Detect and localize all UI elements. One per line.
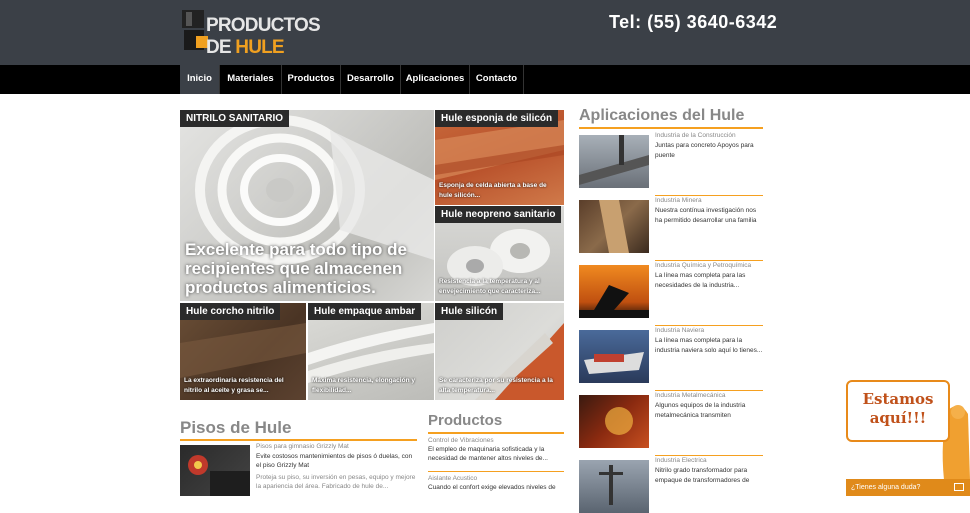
- productos-item-desc: El empleo de maquinaria sofisticada y la…: [428, 446, 548, 462]
- aplicacion-separator: [655, 455, 763, 456]
- nav-item-inicio[interactable]: Inicio: [180, 65, 220, 94]
- tile-label: Hule neopreno sanitario: [435, 206, 562, 223]
- aplicacion-thumbnail[interactable]: [579, 135, 649, 188]
- aplicacion-item[interactable]: Industria de la Construcción Juntas para…: [579, 132, 763, 192]
- phone-number[interactable]: Tel: (55) 3640-6342: [609, 12, 777, 33]
- nav-item-materiales[interactable]: Materiales: [220, 65, 282, 94]
- chat-bubble-line1: Estamos: [862, 390, 934, 408]
- featured-tile-corcho[interactable]: Hule corcho nitrilo La extraordinaria re…: [180, 303, 306, 400]
- aplicacion-title[interactable]: Industria Metalmecánica: [655, 392, 725, 399]
- aplicacion-item[interactable]: Industria Metalmecánica Algunos equipos …: [579, 390, 763, 452]
- site-header: [0, 0, 970, 65]
- tile-label: Hule corcho nitrilo: [180, 303, 281, 320]
- aplicacion-thumbnail[interactable]: [579, 200, 649, 253]
- tile-caption: Se caracteriza por su resistencia a la a…: [439, 377, 553, 394]
- aplicacion-image: [579, 135, 649, 185]
- featured-tile-neopreno[interactable]: Hule neopreno sanitario Resistencia a la…: [435, 206, 564, 301]
- tile-label: Hule empaque ambar: [308, 303, 422, 320]
- aplicacion-thumbnail[interactable]: [579, 330, 649, 383]
- main-nav: Inicio Materiales Productos Desarrollo A…: [0, 65, 970, 94]
- aplicacion-separator: [655, 325, 763, 326]
- aplicacion-desc: Nuestra contínua investigación nos ha pe…: [655, 207, 757, 224]
- featured-tile-esponja[interactable]: Hule esponja de silicón Esponja de celda…: [435, 110, 564, 205]
- pisos-item-desc: Evite costosos mantenimientos de pisos ó…: [256, 453, 413, 469]
- pisos-item-more: Proteja su piso, su inversión en pesas, …: [256, 474, 416, 490]
- aplicacion-image: [579, 285, 649, 318]
- nav-item-contacto[interactable]: Contacto: [470, 65, 524, 94]
- aplicacion-item[interactable]: Industria Naviera La línea mas completa …: [579, 325, 763, 387]
- logo-text: PRODUCTOS DE HULE: [206, 15, 321, 58]
- pisos-item-title[interactable]: Pisos para gimnasio Grizzly Mat: [256, 443, 349, 450]
- chat-bar[interactable]: ¿Tienes alguna duda?: [846, 479, 970, 496]
- aplicacion-image: [599, 465, 623, 505]
- aplicacion-title[interactable]: Industria Naviera: [655, 327, 704, 334]
- featured-big-caption: Excelente para todo tipo de recipientes …: [185, 240, 407, 297]
- productos-rule: [428, 432, 564, 434]
- pisos-thumbnail[interactable]: [180, 445, 250, 496]
- tile-label: Hule silicón: [435, 303, 504, 320]
- aplicacion-title[interactable]: Industria Química y Petroquímica: [655, 262, 751, 269]
- aplicacion-item[interactable]: Industria Minera Nuestra contínua invest…: [579, 195, 763, 257]
- productos-item-desc: Cuando el confort exige elevados niveles…: [428, 484, 556, 491]
- aplicacion-desc: Juntas para concreto Apoyos para puente: [655, 142, 754, 159]
- productos-item[interactable]: Control de Vibraciones El empleo de maqu…: [428, 437, 565, 463]
- chat-window-icon[interactable]: [954, 483, 964, 491]
- nav-item-desarrollo[interactable]: Desarrollo: [341, 65, 401, 94]
- chat-bar-label: ¿Tienes alguna duda?: [851, 484, 921, 491]
- pisos-heading: Pisos de Hule: [180, 418, 292, 437]
- aplicacion-item[interactable]: Industria Electrica Nitrilo grado transf…: [579, 455, 763, 513]
- productos-item[interactable]: Aislante Acustico Cuando el confort exig…: [428, 475, 565, 492]
- featured-big-tile[interactable]: NITRILO SANITARIO Excelente para todo ti…: [180, 110, 434, 301]
- nav-item-productos[interactable]: Productos: [282, 65, 341, 94]
- aplicacion-separator: [655, 195, 763, 196]
- aplicacion-image: [605, 407, 633, 435]
- aplicacion-item[interactable]: Industria Química y Petroquímica La líne…: [579, 260, 763, 322]
- productos-heading: Productos: [428, 412, 503, 429]
- pisos-image: [188, 455, 250, 496]
- logo-icon: [182, 10, 208, 50]
- tile-caption: La extraordinaria resistencia del nitril…: [184, 377, 284, 394]
- productos-item-title[interactable]: Control de Vibraciones: [428, 437, 565, 444]
- pisos-rule: [180, 439, 417, 441]
- aplicacion-desc: La línea mas completa para la industria …: [655, 337, 763, 354]
- aplicacion-desc: Nitrilo grado transformador para empaque…: [655, 467, 750, 484]
- aplicacion-thumbnail[interactable]: [579, 265, 649, 318]
- aplicacion-title[interactable]: Industria de la Construcción: [655, 132, 736, 139]
- productos-item-title[interactable]: Aislante Acustico: [428, 475, 565, 482]
- productos-separator: [428, 471, 564, 472]
- featured-tile-empaque[interactable]: Hule empaque ambar Máxima resistencia, e…: [308, 303, 434, 400]
- tile-caption: Esponja de celda abierta a base de hule …: [439, 182, 547, 199]
- aplicacion-thumbnail[interactable]: [579, 460, 649, 513]
- tile-caption: Resistencia a la temperatura y al enveje…: [439, 278, 541, 295]
- chat-bubble-line2: aquí!!!: [869, 409, 927, 427]
- aplicacion-desc: Algunos equipos de la industria metalmec…: [655, 402, 746, 419]
- aplicacion-image: [599, 200, 629, 253]
- featured-tile-silicon[interactable]: Hule silicón Se caracteriza por su resis…: [435, 303, 564, 400]
- chat-bubble[interactable]: Estamos aquí!!!: [846, 380, 950, 442]
- nav-item-aplicaciones[interactable]: Aplicaciones: [401, 65, 470, 94]
- aplicacion-separator: [655, 260, 763, 261]
- aplicacion-separator: [655, 390, 763, 391]
- tile-label: Hule esponja de silicón: [435, 110, 559, 127]
- aplicacion-title[interactable]: Industria Electrica: [655, 457, 707, 464]
- aplicacion-title[interactable]: Industria Minera: [655, 197, 702, 204]
- aplicaciones-rule: [579, 127, 763, 129]
- aplicacion-thumbnail[interactable]: [579, 395, 649, 448]
- featured-big-label: NITRILO SANITARIO: [180, 110, 290, 127]
- tile-caption: Máxima resistencia, elongación y flexibi…: [312, 377, 415, 394]
- site-logo[interactable]: PRODUCTOS DE HULE: [180, 6, 330, 58]
- aplicaciones-heading: Aplicaciones del Hule: [579, 107, 745, 124]
- aplicacion-image: [584, 352, 644, 374]
- aplicacion-desc: La línea mas completa para las necesidad…: [655, 272, 746, 289]
